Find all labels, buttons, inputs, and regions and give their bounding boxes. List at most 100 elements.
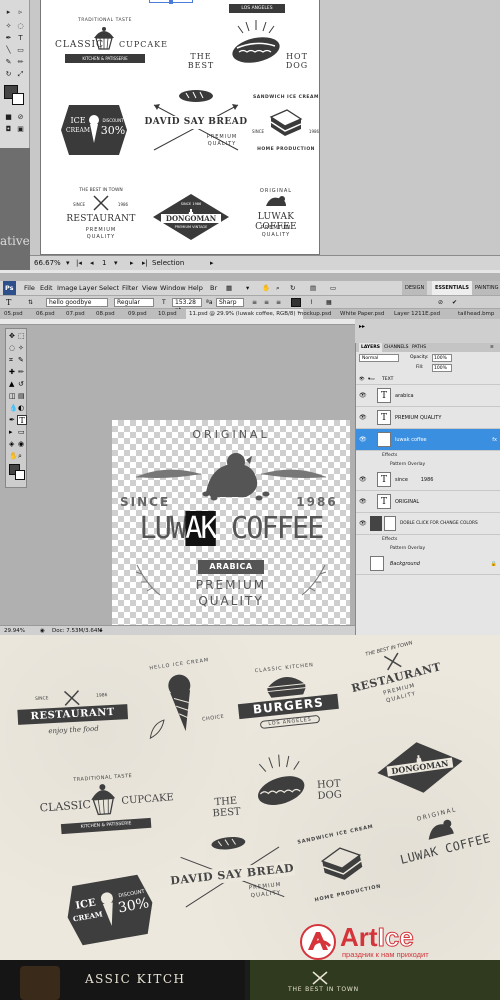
workspace-painting[interactable]: PAINTING (472, 281, 500, 295)
zoom-icon[interactable]: ⌕ (276, 281, 280, 295)
eye-icon[interactable]: 👁 (359, 476, 367, 483)
type-tool-preset-icon[interactable]: T (6, 296, 11, 309)
eye-icon[interactable]: 👁 (359, 498, 367, 505)
history-brush-icon[interactable]: ↺ (18, 380, 24, 388)
doc-tab-10[interactable]: 10.psd (158, 309, 177, 319)
zoom-ps-tool-icon[interactable]: ⌕ (18, 452, 22, 461)
selection-tool-icon[interactable]: ▸ (4, 8, 13, 17)
artboard-number[interactable]: 1 (102, 257, 106, 270)
bridge-icon[interactable]: Br (210, 281, 217, 295)
magic-wand-tool-icon[interactable]: ✧ (4, 22, 13, 31)
cancel-icon[interactable]: ⊘ (438, 296, 443, 309)
layer-row-since[interactable]: 👁 T since 1986 (356, 469, 500, 491)
menu-file[interactable]: File (24, 281, 35, 295)
layer-pattern-row[interactable]: Pattern Overlay (356, 460, 500, 469)
doc-tab-09[interactable]: 09.psd (128, 309, 147, 319)
crop-tool-icon[interactable]: ⌗ (9, 356, 13, 365)
blur-tool-icon[interactable]: 💧 (9, 404, 18, 412)
align-center-icon[interactable]: ≡ (264, 296, 269, 309)
font-style-select[interactable]: Regular (114, 298, 154, 307)
menu-filter[interactable]: Filter (122, 281, 138, 295)
group-eye-icon[interactable]: 👁 (359, 375, 365, 385)
eraser-tool-icon[interactable]: ◫ (9, 392, 16, 400)
eye-icon[interactable]: 👁 (359, 414, 367, 421)
zoom-value[interactable]: 66.67% (34, 257, 61, 270)
type-tool-icon[interactable]: T (16, 34, 25, 43)
commit-icon[interactable]: ✔ (452, 296, 457, 309)
shape-tool-icon[interactable]: ▭ (18, 428, 25, 436)
eye-icon[interactable]: 👁 (359, 392, 367, 399)
tab-channels[interactable]: CHANNELS (384, 343, 409, 352)
eye-icon[interactable]: 👁 (359, 436, 367, 443)
doc-tab-08[interactable]: 08.psd (96, 309, 115, 319)
tab-paths[interactable]: PATHS (412, 343, 426, 352)
warp-text-icon[interactable]: ⌇ (310, 296, 313, 309)
color-mode-icon[interactable]: ■ (4, 113, 13, 122)
lasso-ps-tool-icon[interactable]: ◌ (9, 344, 15, 352)
stroke-color-swatch[interactable] (12, 93, 24, 105)
lasso-tool-icon[interactable]: ◌ (16, 22, 25, 31)
layer-group-text[interactable]: 👁 ▾▭ TEXT (356, 375, 500, 385)
menu-image[interactable]: Image (57, 281, 77, 295)
doc-tab-layer[interactable]: Layer 1211E.psd (394, 309, 440, 319)
text-color-swatch[interactable] (291, 298, 301, 307)
align-right-icon[interactable]: ≡ (276, 296, 281, 309)
doc-tab-mockup[interactable]: mockup.psd (298, 309, 331, 319)
pen-ps-tool-icon[interactable]: ✒ (9, 416, 15, 424)
last-artboard-icon[interactable]: ▸| (142, 257, 148, 270)
fill-field[interactable]: 100% (432, 364, 452, 372)
layer-row-color[interactable]: 👁 DOBLE CLICK FOR CHANGE COLORS (356, 513, 500, 535)
layer-row-luwak-selected[interactable]: 👁 T luwak coffee fx (356, 429, 500, 451)
layer-row-arabica[interactable]: 👁 T arabica (356, 385, 500, 407)
antialias-select[interactable]: Sharp (216, 298, 244, 307)
type-ps-tool-icon[interactable]: T (17, 415, 27, 425)
draw-mode-icon[interactable]: ◘ (4, 125, 13, 134)
zoom-dropdown-icon[interactable]: ▾ (66, 257, 70, 270)
rectangle-tool-icon[interactable]: ▭ (16, 46, 25, 55)
tab-layers[interactable]: LAYERS (359, 343, 382, 352)
hand-ps-tool-icon[interactable]: ✋ (9, 452, 18, 460)
gradient-tool-icon[interactable]: ▤ (18, 392, 25, 400)
path-select-tool-icon[interactable]: ▸ (9, 428, 13, 436)
camera-tool-icon[interactable]: ◉ (18, 440, 24, 448)
pencil-tool-icon[interactable]: ✏ (16, 58, 25, 67)
screen-mode-icon[interactable]: ▣ (16, 125, 25, 134)
line-tool-icon[interactable]: ╲ (4, 46, 13, 55)
layer-effects-row[interactable]: Effects (356, 451, 500, 460)
menu-view[interactable]: View (142, 281, 157, 295)
doc-tab-active[interactable]: 11.psd @ 29.9% (luwak coffee, RGB/8) * (186, 309, 304, 319)
eye-icon[interactable]: 👁 (359, 520, 367, 527)
scale-tool-icon[interactable]: ⤢ (16, 70, 25, 79)
menu-select[interactable]: Select (99, 281, 119, 295)
direct-select-tool-icon[interactable]: ▹ (16, 8, 25, 17)
layer-pattern-row-2[interactable]: Pattern Overlay (356, 544, 500, 553)
menu-window[interactable]: Window (160, 281, 186, 295)
layer-row-original[interactable]: 👁 T ORIGINAL (356, 491, 500, 513)
marquee-tool-icon[interactable]: ⬚ (18, 332, 25, 340)
menu-layer[interactable]: Layer (79, 281, 97, 295)
layer-effects-row-2[interactable]: Effects (356, 535, 500, 544)
align-left-icon[interactable]: ≡ (252, 296, 257, 309)
doc-tab-white-paper[interactable]: White Paper.psd (340, 309, 384, 319)
doc-tab-tailhead[interactable]: tailhead.bmp (458, 309, 494, 319)
layer-row-premium[interactable]: 👁 T PREMIUM QUALITY (356, 407, 500, 429)
panel-menu-icon[interactable]: ≡ (490, 343, 494, 352)
doc-tab-06[interactable]: 06.psd (36, 309, 55, 319)
3d-tool-icon[interactable]: ◈ (9, 440, 14, 448)
quick-select-tool-icon[interactable]: ✧ (18, 344, 24, 352)
none-mode-icon[interactable]: ⊘ (16, 113, 25, 122)
workspace-design[interactable]: DESIGN (402, 281, 428, 295)
rotate-tool-icon[interactable]: ↻ (4, 70, 13, 79)
rotate-view-icon[interactable]: ↻ (290, 281, 295, 295)
arrange-icon[interactable]: ▤ (310, 281, 316, 295)
character-panel-icon[interactable]: ▦ (326, 296, 332, 309)
blend-mode-select[interactable]: Normal (359, 354, 399, 362)
healing-tool-icon[interactable]: ✚ (9, 368, 15, 376)
doc-tab-07[interactable]: 07.psd (66, 309, 85, 319)
artboard-dropdown-icon[interactable]: ▾ (114, 257, 118, 270)
menu-help[interactable]: Help (188, 281, 203, 295)
dodge-tool-icon[interactable]: ◐ (18, 404, 24, 412)
hand-icon[interactable]: ✋ (262, 281, 270, 295)
fx-icon[interactable]: fx (492, 429, 497, 451)
zoom-level-icon[interactable]: ▾ (246, 281, 249, 295)
